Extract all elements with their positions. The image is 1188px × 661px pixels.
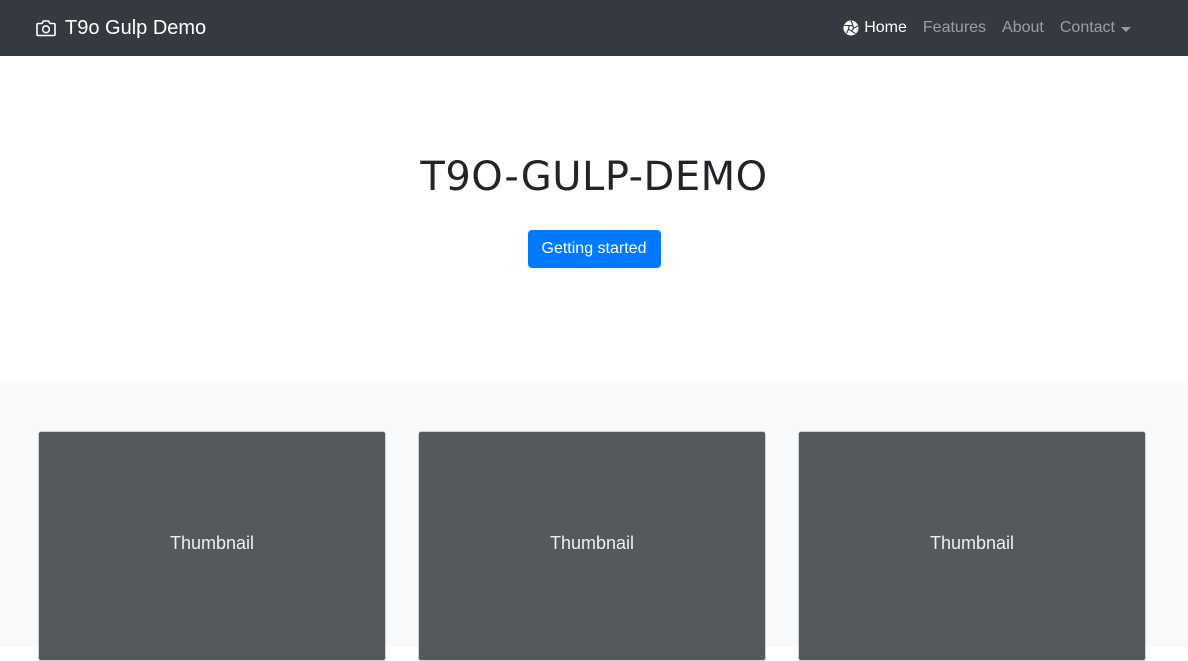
thumbnail-card[interactable]: Thumbnail xyxy=(418,431,766,661)
nav-item-about[interactable]: About xyxy=(994,19,1052,37)
album-section: Thumbnail Thumbnail Thumbnail xyxy=(0,382,1188,661)
getting-started-button[interactable]: Getting started xyxy=(527,230,661,268)
nav-label-about: About xyxy=(1002,19,1044,36)
nav-label-features: Features xyxy=(922,19,987,36)
thumbnail-card[interactable]: Thumbnail xyxy=(38,431,386,661)
chevron-down-icon xyxy=(1121,26,1131,32)
brand-label: T9o Gulp Demo xyxy=(65,16,207,39)
hero-section: T9O-GULP-DEMO Getting started xyxy=(0,56,1188,382)
thumbnail-label: Thumbnail xyxy=(929,533,1015,553)
nav-label-home: Home xyxy=(864,19,907,36)
camera-icon xyxy=(36,19,56,37)
hero-title: T9O-GULP-DEMO xyxy=(420,154,768,200)
nav-menu: Home Features About Contact xyxy=(835,19,1139,37)
aperture-icon xyxy=(843,20,859,36)
thumbnail-card[interactable]: Thumbnail xyxy=(798,431,1146,661)
thumbnail-label: Thumbnail xyxy=(169,533,255,553)
thumbnail-label: Thumbnail xyxy=(549,533,635,553)
nav-item-home[interactable]: Home xyxy=(835,19,915,37)
navbar: T9o Gulp Demo Home Features About Contac… xyxy=(0,0,1188,56)
navbar-brand[interactable]: T9o Gulp Demo xyxy=(36,17,206,40)
nav-label-contact: Contact xyxy=(1059,19,1115,36)
nav-item-contact[interactable]: Contact xyxy=(1052,19,1139,37)
nav-item-features[interactable]: Features xyxy=(915,19,994,37)
